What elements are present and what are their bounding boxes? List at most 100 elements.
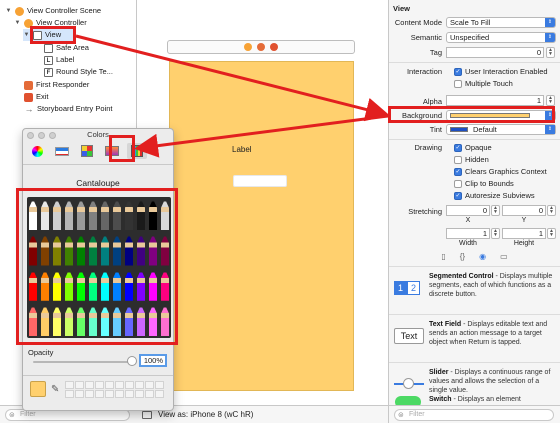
pencil-swatch[interactable] bbox=[65, 199, 73, 231]
stretch-height-stepper[interactable]: ▲ ▼ bbox=[547, 228, 556, 239]
clip-to-bounds-checkbox[interactable]: Clip to Bounds bbox=[454, 178, 514, 189]
outline-item-first-responder[interactable]: First Responder bbox=[24, 79, 89, 91]
pencil-swatch[interactable] bbox=[149, 234, 157, 266]
pencil-swatch[interactable] bbox=[161, 269, 169, 301]
outline-item-safe-area[interactable]: Safe Area bbox=[44, 42, 89, 54]
tag-stepper[interactable]: ▲ ▼ bbox=[546, 47, 555, 58]
color-sliders-tab[interactable] bbox=[52, 143, 72, 159]
tint-color-popup[interactable]: Default ⇕ bbox=[446, 124, 556, 135]
outline-toggle-icon[interactable] bbox=[142, 410, 152, 419]
pencil-swatch[interactable] bbox=[29, 199, 37, 231]
favorite-swatch-slot[interactable] bbox=[135, 390, 144, 398]
pencil-swatch[interactable] bbox=[53, 234, 61, 266]
outline-item-view[interactable]: ▼ View bbox=[23, 29, 73, 41]
pencil-swatch[interactable] bbox=[77, 199, 85, 231]
favorite-swatch-slot[interactable] bbox=[135, 381, 144, 389]
alpha-field[interactable]: 1 bbox=[446, 95, 544, 106]
pencil-swatch[interactable] bbox=[77, 234, 85, 266]
exit-dock-icon[interactable] bbox=[270, 43, 278, 51]
view-as-label[interactable]: View as: iPhone 8 (wC hR) bbox=[158, 410, 253, 419]
opaque-checkbox[interactable]: ✓ Opaque bbox=[454, 142, 492, 153]
favorite-swatch-slot[interactable] bbox=[95, 390, 104, 398]
disclosure-triangle-icon[interactable]: ▼ bbox=[5, 5, 12, 17]
square-icon[interactable]: ▭ bbox=[500, 252, 508, 261]
pencil-swatch[interactable] bbox=[29, 269, 37, 301]
content-mode-popup[interactable]: Scale To Fill ⇕ bbox=[446, 17, 556, 28]
pencil-swatch[interactable] bbox=[77, 304, 85, 336]
outline-item-entry-point[interactable]: → Storyboard Entry Point bbox=[24, 103, 113, 115]
view-controller-dock-icon[interactable] bbox=[244, 43, 252, 51]
pencil-swatch[interactable] bbox=[65, 304, 73, 336]
outline-item-label[interactable]: L Label bbox=[44, 54, 74, 66]
multiple-touch-checkbox[interactable]: Multiple Touch bbox=[454, 78, 513, 89]
library-item-text-field[interactable]: Text Text Field - Displays editable text… bbox=[389, 314, 560, 362]
pencil-swatch[interactable] bbox=[53, 304, 61, 336]
pencil-swatch[interactable] bbox=[65, 269, 73, 301]
image-palettes-tab[interactable] bbox=[102, 143, 122, 159]
semantic-popup[interactable]: Unspecified ⇕ bbox=[446, 32, 556, 43]
favorite-swatch-slot[interactable] bbox=[145, 381, 154, 389]
background-color-popup[interactable]: ⇕ bbox=[446, 110, 556, 121]
pencil-swatch[interactable] bbox=[101, 199, 109, 231]
outline-item-vc-scene[interactable]: ▼ View Controller Scene bbox=[5, 5, 101, 17]
favorite-swatch-slot[interactable] bbox=[125, 390, 134, 398]
disclosure-triangle-icon[interactable]: ▼ bbox=[23, 29, 30, 41]
pencil-swatch[interactable] bbox=[137, 199, 145, 231]
disclosure-triangle-icon[interactable]: ▼ bbox=[14, 17, 21, 29]
pencil-swatch[interactable] bbox=[65, 234, 73, 266]
favorite-swatch-slot[interactable] bbox=[85, 381, 94, 389]
pencil-swatch[interactable] bbox=[137, 304, 145, 336]
pencil-swatch[interactable] bbox=[41, 304, 49, 336]
current-color-well[interactable] bbox=[30, 381, 46, 397]
favorite-swatch-slot[interactable] bbox=[85, 390, 94, 398]
storyboard-canvas[interactable]: Label bbox=[137, 0, 388, 405]
color-palettes-tab[interactable] bbox=[77, 143, 97, 159]
opacity-field[interactable]: 100% bbox=[139, 354, 167, 367]
pencil-swatch[interactable] bbox=[125, 269, 133, 301]
eyedropper-icon[interactable]: ✎ bbox=[51, 384, 59, 395]
stretch-width-stepper[interactable]: ▲ ▼ bbox=[491, 228, 500, 239]
pencil-swatch[interactable] bbox=[29, 304, 37, 336]
alpha-stepper[interactable]: ▲ ▼ bbox=[546, 95, 555, 106]
stretch-y-stepper[interactable]: ▲ ▼ bbox=[547, 205, 556, 216]
pencil-swatch[interactable] bbox=[101, 269, 109, 301]
pencils-tab[interactable] bbox=[127, 143, 147, 159]
library-filter-input[interactable]: ⊜ Filter bbox=[394, 409, 554, 421]
outline-item-text-field[interactable]: F Round Style Te... bbox=[44, 66, 113, 78]
first-responder-dock-icon[interactable] bbox=[257, 43, 265, 51]
pencil-swatch[interactable] bbox=[137, 269, 145, 301]
pencil-swatch[interactable] bbox=[125, 199, 133, 231]
pencil-swatch[interactable] bbox=[101, 304, 109, 336]
canvas-text-field[interactable] bbox=[233, 175, 287, 187]
favorite-swatch-slot[interactable] bbox=[105, 390, 114, 398]
pencil-swatch[interactable] bbox=[89, 199, 97, 231]
hidden-checkbox[interactable]: Hidden bbox=[454, 154, 489, 165]
pencil-swatch[interactable] bbox=[113, 199, 121, 231]
tag-field[interactable]: 0 bbox=[446, 47, 544, 58]
opacity-slider-track[interactable] bbox=[33, 361, 133, 363]
clears-graphics-checkbox[interactable]: ✓ Clears Graphics Context bbox=[454, 166, 547, 177]
pencil-swatch[interactable] bbox=[89, 234, 97, 266]
pencil-swatch[interactable] bbox=[161, 199, 169, 231]
pencil-swatch[interactable] bbox=[149, 269, 157, 301]
pencil-swatch[interactable] bbox=[149, 304, 157, 336]
favorite-swatch-slot[interactable] bbox=[155, 390, 164, 398]
pencil-swatch[interactable] bbox=[137, 234, 145, 266]
opacity-slider-thumb[interactable] bbox=[127, 356, 137, 366]
pencil-swatch[interactable] bbox=[161, 234, 169, 266]
autoresize-checkbox[interactable]: ✓ Autoresize Subviews bbox=[454, 190, 535, 201]
favorite-swatch-slot[interactable] bbox=[145, 390, 154, 398]
pencil-swatch[interactable] bbox=[53, 269, 61, 301]
pencil-swatch[interactable] bbox=[101, 234, 109, 266]
pencil-swatch[interactable] bbox=[41, 269, 49, 301]
pencil-swatch[interactable] bbox=[113, 304, 121, 336]
stretch-x-field[interactable]: 0 bbox=[446, 205, 490, 216]
favorite-swatch-slot[interactable] bbox=[65, 381, 74, 389]
outline-item-view-controller[interactable]: ▼ View Controller bbox=[14, 17, 87, 29]
favorite-swatch-slot[interactable] bbox=[115, 381, 124, 389]
canvas-label[interactable]: Label bbox=[232, 145, 252, 154]
favorite-swatch-slot[interactable] bbox=[75, 390, 84, 398]
circle-target-icon[interactable]: ◉ bbox=[479, 252, 486, 261]
favorite-swatch-slot[interactable] bbox=[125, 381, 134, 389]
favorite-swatch-slot[interactable] bbox=[75, 381, 84, 389]
